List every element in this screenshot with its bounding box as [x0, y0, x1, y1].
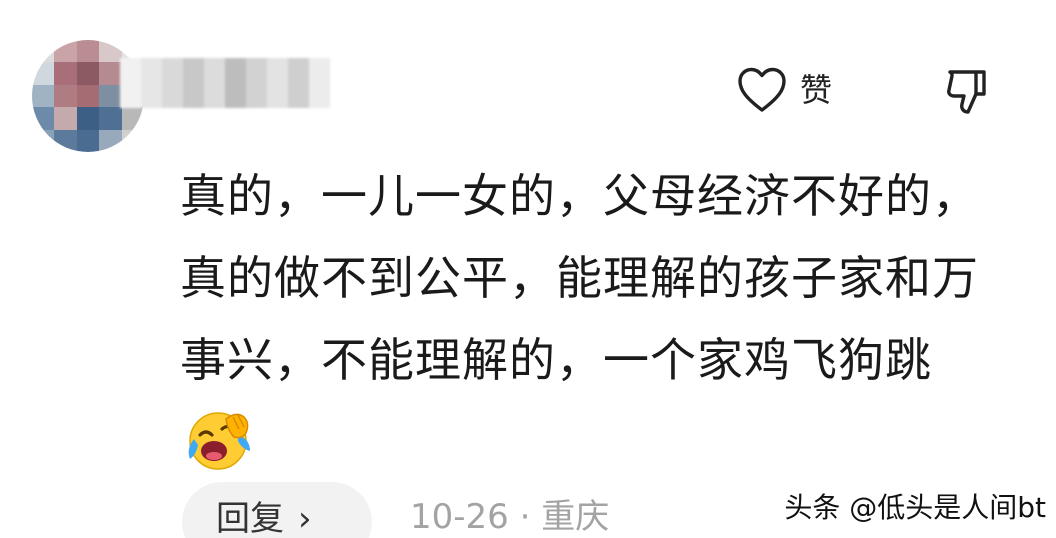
thumbs-down-outline-icon: [947, 70, 986, 114]
comment-date: 10-26: [410, 497, 509, 537]
like-button[interactable]: 赞: [736, 62, 832, 118]
laughing-crying-emoji-icon: [188, 411, 250, 470]
reply-label: 回复: [216, 499, 284, 538]
comment-text: 真的，一儿一女的，父母经济不好的，真的做不到公平，能理解的孩子家和万事兴，不能理…: [180, 169, 979, 387]
heart-outline-icon: [738, 67, 786, 112]
comment-location: 重庆: [541, 497, 610, 537]
watermark: 头条 @低头是人间bt: [784, 491, 1046, 524]
like-label: 赞: [800, 71, 833, 109]
username-obscured[interactable]: [120, 58, 330, 108]
meta-separator: ·: [519, 497, 531, 537]
comment-body: 真的，一儿一女的，父母经济不好的，真的做不到公平，能理解的孩子家和万事兴，不能理…: [180, 155, 1000, 483]
dislike-button[interactable]: [942, 64, 998, 120]
comment-card: 赞 真的，一儿一女的，父母经济不好的，真的做不到公平，能理解的孩子家和万事兴，不…: [0, 0, 1056, 538]
comment-meta: 10-26 · 重庆: [410, 500, 609, 534]
reply-button[interactable]: 回复 ›: [182, 482, 372, 538]
chevron-right-icon: ›: [298, 499, 312, 538]
